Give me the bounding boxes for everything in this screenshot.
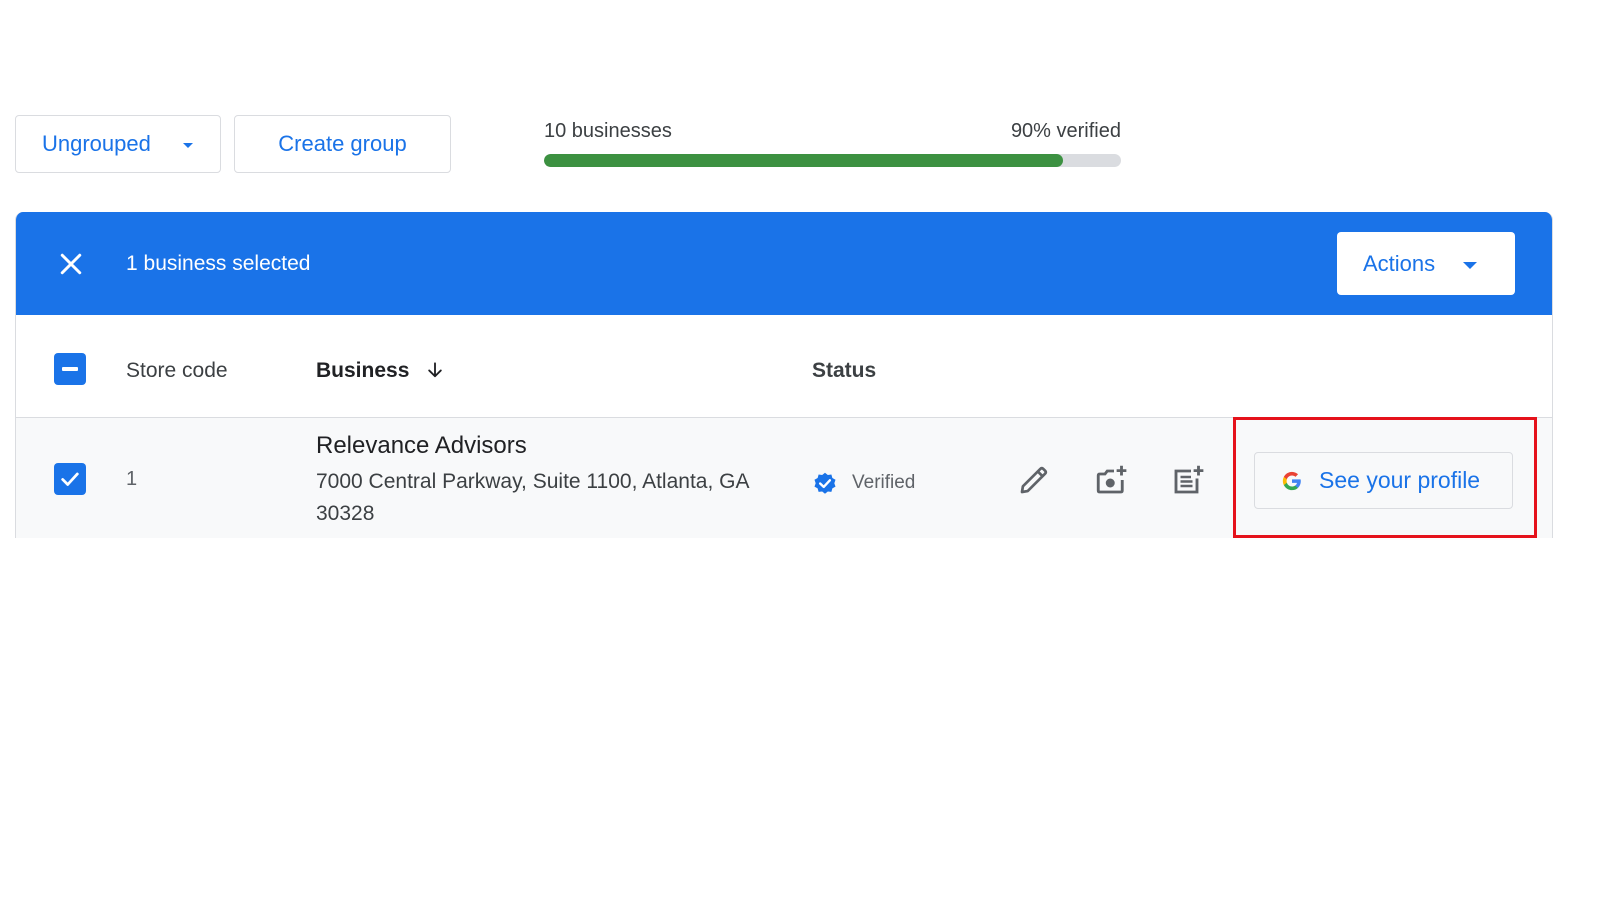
caret-down-icon	[1463, 262, 1477, 269]
verification-progress-fill	[544, 154, 1064, 167]
add-post-icon[interactable]	[1170, 462, 1206, 498]
table-row[interactable]: 1 Relevance Advisors 7000 Central Parkwa…	[16, 418, 1552, 538]
row-checkbox[interactable]	[54, 463, 86, 495]
actions-label: Actions	[1363, 250, 1436, 276]
select-all-checkbox[interactable]	[54, 353, 86, 385]
add-photo-icon[interactable]	[1093, 462, 1129, 498]
group-select-value: Ungrouped	[42, 131, 151, 156]
column-header-store-code[interactable]: Store code	[126, 359, 228, 383]
create-group-button[interactable]: Create group	[234, 115, 451, 173]
selection-bar: 1 business selected Actions	[16, 212, 1552, 315]
group-select[interactable]: Ungrouped	[15, 115, 221, 173]
actions-button[interactable]: Actions	[1337, 232, 1515, 295]
arrow-down-icon	[428, 362, 442, 378]
see-profile-button[interactable]: See your profile	[1254, 452, 1513, 509]
business-name[interactable]: Relevance Advisors	[316, 432, 527, 460]
close-icon[interactable]	[56, 249, 86, 279]
indeterminate-icon	[62, 367, 78, 371]
store-code: 1	[126, 468, 138, 490]
verified-badge-icon	[814, 472, 836, 494]
status-text: Verified	[852, 472, 916, 493]
table-header: Store code Business Status	[16, 315, 1552, 418]
checkmark-icon	[61, 472, 79, 486]
see-profile-label: See your profile	[1319, 467, 1481, 493]
verified-percent: 90% verified	[1010, 120, 1121, 142]
business-address: 7000 Central Parkway, Suite 1100, Atlant…	[316, 470, 749, 525]
status-badge: Verified	[812, 470, 915, 496]
google-g-icon	[1282, 471, 1301, 490]
caret-down-icon	[183, 143, 193, 148]
toolbar: Ungrouped Create group 10 businesses 90%…	[0, 0, 1600, 200]
business-table-card: 1 business selected Actions Store code B…	[15, 212, 1553, 538]
businesses-count: 10 businesses	[544, 120, 672, 142]
verification-summary: 10 businesses 90% verified	[544, 120, 1121, 167]
column-header-business-label: Business	[316, 359, 410, 382]
selection-count: 1 business selected	[126, 251, 311, 275]
column-header-status[interactable]: Status	[812, 359, 876, 383]
edit-icon[interactable]	[1016, 462, 1052, 498]
column-header-business[interactable]: Business	[316, 359, 445, 383]
verification-progress-bar	[544, 154, 1121, 167]
